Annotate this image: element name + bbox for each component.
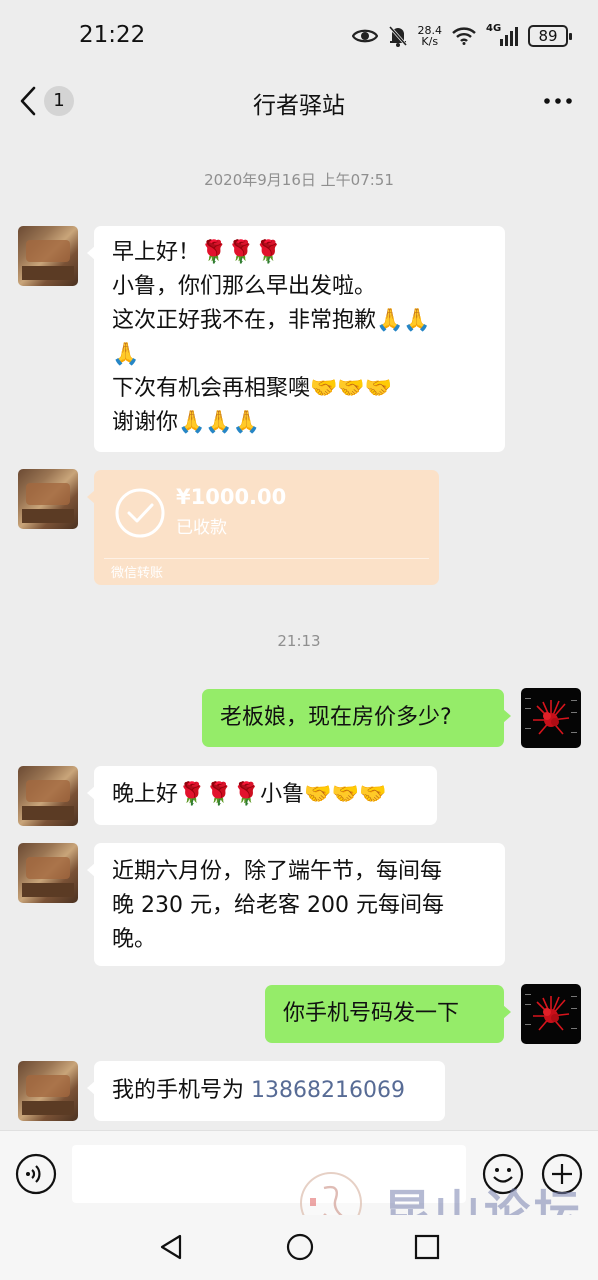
contact-avatar[interactable] [18,226,78,286]
contact-avatar[interactable] [18,843,78,903]
message-bubble-received[interactable]: 晚上好🌹🌹🌹小鲁🤝🤝🤝 [87,766,437,825]
contact-avatar[interactable] [18,1061,78,1121]
phone-number-link[interactable]: 13868216069 [251,1078,405,1103]
cellular-signal: 4G [486,23,518,47]
self-avatar[interactable] [521,688,581,748]
status-time: 21:22 [79,22,146,48]
message-text-line: 谢谢你🙏🙏🙏 [112,410,261,435]
message-text: 我的手机号为 [112,1078,251,1103]
status-bar: 21:22 28.4 K/s 4G 89 [0,0,598,70]
message-bubble-received[interactable]: 近期六月份，除了端午节，每间每 晚 230 元，给老客 200 元每间每 晚。 [87,843,505,966]
circle-home-icon[interactable] [286,1233,314,1261]
system-back-button[interactable] [158,1233,184,1265]
message-bubble-received[interactable]: 我的手机号为 13868216069 [87,1061,445,1121]
message-text-line: 早上好！🌹🌹🌹 [112,240,283,265]
message-timestamp: 2020年9月16日 上午07:51 [204,171,394,189]
battery-indicator: 89 [528,25,572,47]
transfer-amount: ¥1000.00 [176,485,287,509]
message-text: 晚上好🌹🌹🌹小鲁🤝🤝🤝 [112,782,387,807]
message-text-line: 下次有机会再相聚噢🤝🤝🤝 [112,376,393,401]
voice-icon[interactable] [15,1153,57,1195]
more-button[interactable] [543,90,573,116]
message-text: 你手机号码发一下 [283,1001,460,1026]
message-text-line: 这次正好我不在，非常抱歉🙏🙏 [112,308,431,333]
message-bubble-received[interactable]: 早上好！🌹🌹🌹 小鲁，你们那么早出发啦。 这次正好我不在，非常抱歉🙏🙏 🙏 下次… [87,226,505,452]
message-text-line: 晚。 [112,927,157,952]
square-recents-icon[interactable] [414,1233,440,1261]
message-timestamp: 21:13 [277,632,321,650]
system-recents-button[interactable] [414,1233,440,1265]
message-bubble-sent[interactable]: 老板娘，现在房价多少? [202,689,511,747]
transfer-status: 已收款 [176,518,227,538]
message-text-line: 🙏 [112,342,140,367]
system-nav-bar [0,1215,598,1280]
red-flower-image [525,994,577,1031]
message-text-line: 小鲁，你们那么早出发啦。 [112,274,377,299]
message-text-line: 近期六月份，除了端午节，每间每 [112,859,443,884]
system-home-button[interactable] [286,1233,314,1265]
speed-unit: K/s [421,35,439,48]
more-icon[interactable] [543,90,573,112]
red-flower-image [525,698,577,735]
message-text-line: 晚 230 元，给老客 200 元每间每 [112,893,444,918]
transfer-divider [104,558,429,559]
contact-avatar[interactable] [18,469,78,529]
wifi-icon [452,27,476,45]
signal-icon [500,27,518,46]
transfer-label: 微信转账 [111,566,164,581]
status-icons: 28.4 K/s 4G 89 [351,22,572,50]
chat-title: 行者驿站 [253,93,345,119]
check-circle-icon [115,488,165,538]
eye-icon [351,29,378,43]
network-speed: 28.4 K/s [418,25,443,47]
mute-bell-icon [388,26,407,47]
message-text: 老板娘，现在房价多少? [220,705,452,730]
voice-button[interactable] [15,1153,57,1199]
chat-header: 1 行者驿站 [0,70,598,132]
contact-avatar[interactable] [18,766,78,826]
transfer-card[interactable]: ¥1000.00 已收款 微信转账 [87,470,439,585]
triangle-back-icon[interactable] [158,1233,184,1261]
message-bubble-sent[interactable]: 你手机号码发一下 [265,985,511,1043]
self-avatar[interactable] [521,984,581,1044]
